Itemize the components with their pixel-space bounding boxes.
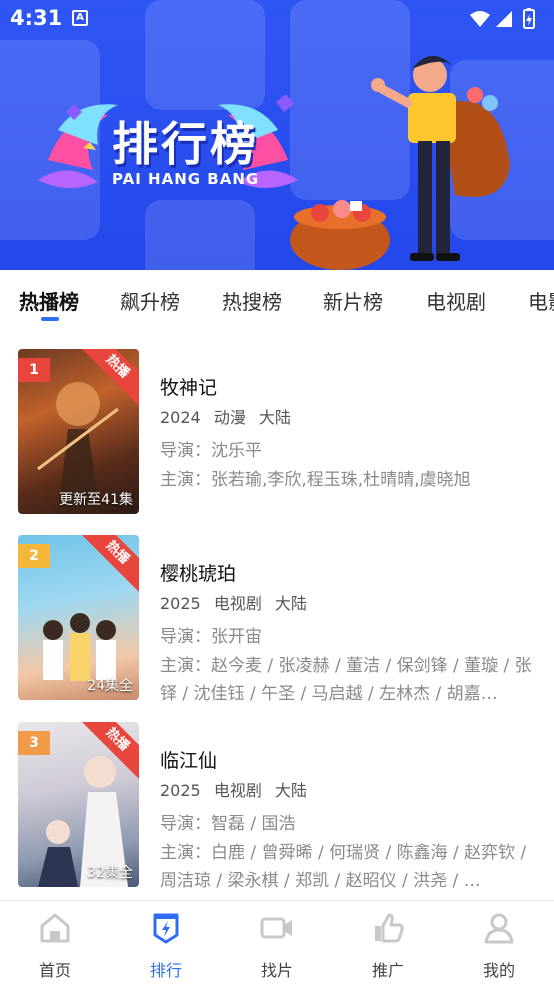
- active-tab-indicator: [41, 317, 59, 321]
- nav-ranking[interactable]: 排行: [121, 911, 211, 981]
- genre: 电视剧: [213, 781, 262, 800]
- region: 大陆: [274, 594, 307, 613]
- ranking-tab-bar: 热播榜 飙升榜 热搜榜 新片榜 电视剧 电影: [0, 270, 554, 332]
- tab-movie[interactable]: 电影: [528, 286, 554, 315]
- rank-badge: 2: [18, 544, 50, 568]
- nav-promote-label: 推广: [371, 961, 404, 980]
- cast: 主演：张若瑜,李欣,程玉珠,杜晴晴,虞晓旭: [160, 470, 471, 490]
- poster-image[interactable]: 3 热播 32集全: [18, 722, 139, 887]
- nav-promote[interactable]: 推广: [343, 911, 433, 981]
- thumbs-up-icon: [375, 913, 404, 943]
- status-bar: 4:31 A: [0, 0, 554, 40]
- cast: 主演：白鹿 / 曾舜晞 / 何瑞贤 / 陈鑫海 / 赵弈钦 / 周洁琼 / 梁永…: [160, 843, 527, 891]
- poster-image[interactable]: 2 热播 24集全: [18, 535, 139, 700]
- ranking-list-item[interactable]: 3 热播 32集全 临江仙 2025 电视剧 大陆 导演：智磊 / 国浩 主演：…: [0, 722, 554, 892]
- tab-rising[interactable]: 飙升榜: [120, 286, 180, 315]
- ranking-icon: [153, 913, 179, 944]
- year: 2025: [160, 594, 201, 613]
- rank-badge: 3: [18, 731, 50, 755]
- director: 导演：沈乐平: [160, 441, 262, 461]
- director: 导演：张开宙: [160, 627, 262, 647]
- ranking-list-item[interactable]: 1 热播 更新至41集 牧神记 2024 动漫 大陆 导演：沈乐平 主演：张若瑜…: [0, 349, 554, 519]
- episode-status: 32集全: [87, 865, 133, 881]
- character-illustration: [290, 55, 510, 270]
- cast: 主演：赵今麦 / 张凌赫 / 董洁 / 保剑锋 / 董璇 / 张铎 / 沈佳钰 …: [160, 656, 532, 704]
- title[interactable]: 樱桃琥珀: [160, 559, 236, 586]
- bottom-navigation: 首页 排行 找片 推广 我的: [0, 900, 554, 985]
- ranking-list-item[interactable]: 2 热播 24集全 樱桃琥珀 2025 电视剧 大陆 导演：张开宙 主演：赵今麦…: [0, 535, 554, 705]
- director: 导演：智磊 / 国浩: [160, 814, 296, 834]
- episode-status: 更新至41集: [59, 492, 133, 508]
- nav-find-film-label: 找片: [260, 961, 293, 980]
- banner-subtitle: PAI HANG BANG: [112, 170, 260, 188]
- app-screen: 4:31 A 排行榜 PAI HANG BANG 热播榜 飙升榜 热搜榜 新片榜…: [0, 0, 554, 985]
- nav-profile-label: 我的: [482, 961, 515, 980]
- tab-new-release[interactable]: 新片榜: [323, 286, 383, 315]
- nav-home-label: 首页: [38, 961, 71, 980]
- genre: 电视剧: [213, 594, 262, 613]
- wifi-signal-battery-icon: [470, 8, 535, 29]
- status-indicators: [468, 8, 542, 34]
- user-icon: [484, 913, 514, 944]
- tab-tv-series[interactable]: 电视剧: [426, 286, 486, 315]
- meta-info: 2024 动漫 大陆: [160, 404, 299, 428]
- nav-home[interactable]: 首页: [10, 911, 100, 981]
- banner-title: 排行榜: [112, 117, 259, 171]
- episode-status: 24集全: [87, 678, 133, 694]
- genre: 动漫: [213, 408, 246, 427]
- video-camera-icon: [260, 917, 292, 939]
- poster-image[interactable]: 1 热播 更新至41集: [18, 349, 139, 514]
- meta-info: 2025 电视剧 大陆: [160, 590, 315, 614]
- tab-hot-search[interactable]: 热搜榜: [222, 286, 282, 315]
- nav-ranking-label: 排行: [149, 961, 182, 980]
- meta-info: 2025 电视剧 大陆: [160, 777, 315, 801]
- tab-hot-play[interactable]: 热播榜: [19, 286, 79, 315]
- rank-badge: 1: [18, 358, 50, 382]
- app-notification-icon: A: [72, 10, 88, 26]
- ranking-banner: 4:31 A 排行榜 PAI HANG BANG: [0, 0, 554, 270]
- year: 2025: [160, 781, 201, 800]
- region: 大陆: [274, 781, 307, 800]
- nav-profile[interactable]: 我的: [454, 911, 544, 981]
- home-icon: [40, 913, 70, 943]
- title[interactable]: 临江仙: [160, 746, 217, 773]
- status-time: 4:31: [10, 6, 63, 30]
- title[interactable]: 牧神记: [160, 373, 217, 400]
- year: 2024: [160, 408, 201, 427]
- region: 大陆: [258, 408, 291, 427]
- nav-find-film[interactable]: 找片: [232, 911, 322, 981]
